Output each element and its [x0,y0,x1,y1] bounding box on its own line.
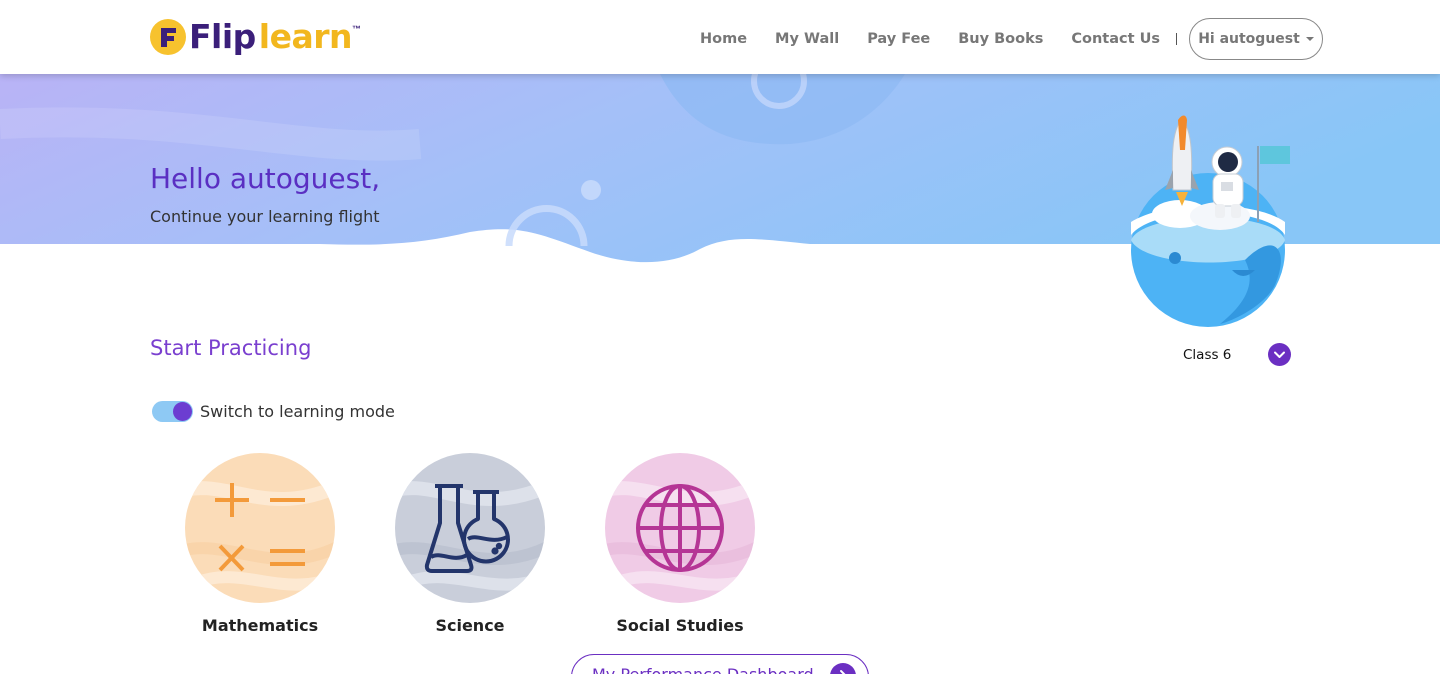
logo-text-flip: Flip [189,17,256,56]
subject-social-studies-tile[interactable] [605,453,755,603]
subject-mathematics-label: Mathematics [201,616,319,635]
performance-dashboard-label: My Performance Dashboard [592,665,814,674]
class-select-dropdown[interactable]: Class 6 [1183,343,1291,367]
nav-buy-books[interactable]: Buy Books [958,31,1043,47]
nav-divider [1176,33,1177,45]
toggle-knob [173,402,192,421]
subject-science[interactable]: Science [395,453,545,635]
logo-badge-icon [150,19,186,55]
math-operators-icon [185,479,335,591]
start-practicing-heading: Start Practicing [150,336,312,360]
subject-science-label: Science [435,616,505,635]
greeting-heading: Hello autoguest, [150,162,381,195]
caret-down-icon [1305,37,1314,41]
main-nav: Home My Wall Pay Fee Buy Books Contact U… [700,0,1323,78]
nav-pay-fee[interactable]: Pay Fee [867,31,930,47]
learning-mode-label: Switch to learning mode [200,402,395,421]
arrow-right-icon [830,663,856,674]
astronaut-planet-illustration [1125,110,1295,330]
subject-mathematics[interactable]: Mathematics [185,453,335,635]
globe-icon [605,479,755,591]
fliplearn-logo[interactable]: Flip learn ™ [150,16,361,58]
flasks-icon [395,479,545,591]
logo-trademark: ™ [352,24,362,34]
subject-mathematics-tile[interactable] [185,453,335,603]
chevron-down-icon[interactable] [1268,343,1291,366]
logo-text-learn: learn [258,17,353,56]
top-navbar: Flip learn ™ Home My Wall Pay Fee Buy Bo… [0,0,1440,74]
greeting-subtitle: Continue your learning flight [150,207,380,226]
learning-mode-toggle[interactable] [152,401,193,422]
nav-contact-us[interactable]: Contact Us [1071,31,1160,47]
nav-home[interactable]: Home [700,31,747,47]
user-menu-label: Hi autoguest [1198,31,1300,47]
subject-science-tile[interactable] [395,453,545,603]
user-menu-button[interactable]: Hi autoguest [1189,18,1323,60]
class-select-value: Class 6 [1183,347,1232,363]
performance-dashboard-button[interactable]: My Performance Dashboard [571,654,869,674]
subject-social-studies-label: Social Studies [616,616,744,635]
subject-social-studies[interactable]: Social Studies [605,453,755,635]
nav-my-wall[interactable]: My Wall [775,31,839,47]
learning-mode-toggle-row: Switch to learning mode [152,401,395,422]
